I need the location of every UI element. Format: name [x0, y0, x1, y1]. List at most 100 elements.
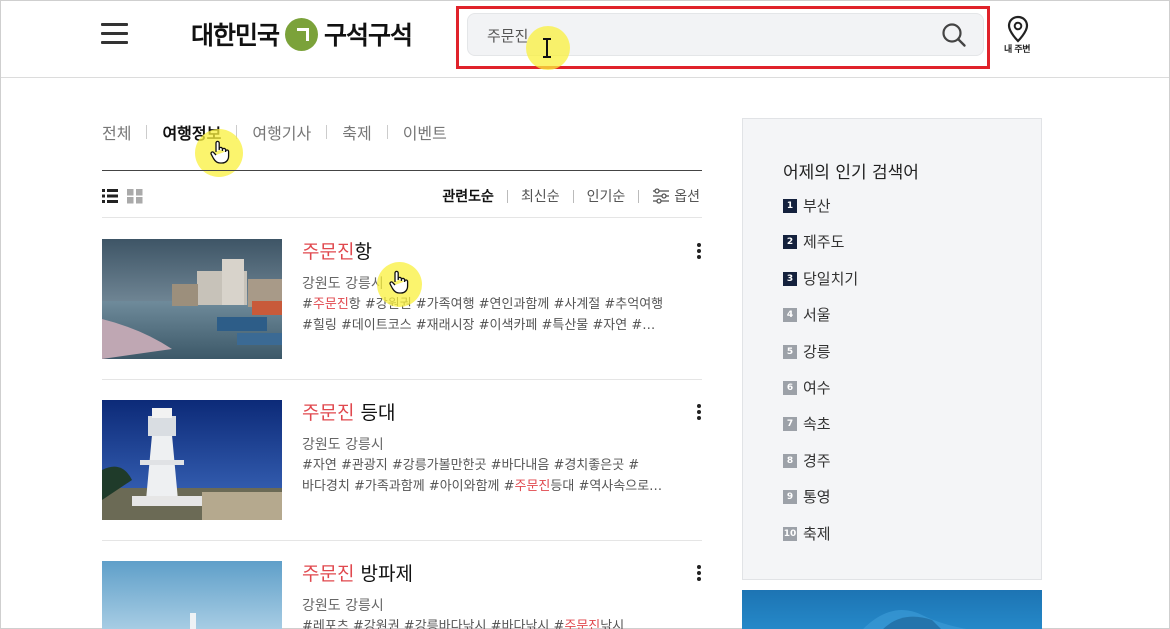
- popular-search-item[interactable]: 9 통영: [783, 486, 858, 522]
- tags-text: 등대 #역사속으로…: [550, 479, 663, 494]
- logo-text-left: 대한민국: [191, 21, 280, 50]
- hand-pointer-icon: [389, 270, 409, 294]
- rank-badge: 2: [783, 235, 797, 250]
- popular-search-label: 제주도: [803, 233, 845, 252]
- tags-text: 낚시: [600, 619, 625, 629]
- rank-badge: 3: [783, 271, 797, 286]
- popular-search-item[interactable]: 4 서울: [783, 304, 858, 340]
- popular-searches-title: 어제의 인기 검색어: [783, 163, 919, 183]
- filter-sliders-icon: [653, 188, 670, 204]
- popular-search-item[interactable]: 2 제주도: [783, 231, 858, 267]
- tags-highlight: 주문진: [312, 297, 349, 312]
- title-highlight: 주문진: [302, 241, 355, 263]
- logo-text-right: 구석구석: [324, 21, 413, 50]
- result-tags: #주문진항 #강원권 #가족여행 #연인과함께 #사계절 #추억여행 #힐링 #…: [302, 294, 702, 336]
- more-options-icon[interactable]: [696, 243, 702, 261]
- popular-search-item[interactable]: 3 당일치기: [783, 268, 858, 304]
- sort-divider: [572, 189, 574, 203]
- nearby-label[interactable]: 내 주변: [1004, 42, 1030, 55]
- tab-festival[interactable]: 축제: [342, 120, 371, 144]
- popular-search-item[interactable]: 10 축제: [783, 523, 858, 559]
- result-title[interactable]: 주문진 방파제: [302, 561, 413, 586]
- rank-badge: 5: [783, 344, 797, 359]
- popular-search-item[interactable]: 5 강릉: [783, 341, 858, 377]
- site-header: 대한민국 구석구석 주문진 내 주변: [1, 1, 1169, 78]
- result-tags: #레포츠 #강원권 #강릉바다낚시 #바다낚시 #주문진낚시: [302, 616, 702, 629]
- tags-text: #: [302, 297, 313, 312]
- popular-search-label: 축제: [803, 524, 831, 543]
- popular-search-label: 여수: [803, 378, 831, 397]
- sort-latest[interactable]: 최신순: [521, 186, 560, 206]
- tab-divider: [326, 125, 328, 139]
- rank-badge: 7: [783, 417, 797, 432]
- result-region: 강원도 강릉시: [302, 276, 384, 292]
- hand-pointer-icon: [210, 140, 230, 164]
- sort-divider-line: [102, 217, 702, 218]
- list-item: 주문진 등대 강원도 강릉시 #자연 #관광지 #강릉가볼만한곳 #바다내음 #…: [102, 400, 702, 541]
- menu-icon[interactable]: [101, 23, 128, 45]
- tab-divider: [386, 125, 388, 139]
- tags-line: #힐링 #데이트코스 #재래시장 #이색카페 #특산물 #자연 #…: [302, 318, 656, 333]
- tags-highlight: 주문진: [564, 619, 601, 629]
- site-logo[interactable]: 대한민국 구석구석: [191, 17, 413, 51]
- rank-badge: 9: [783, 490, 797, 505]
- logo-mark-icon: [285, 17, 319, 51]
- sort-relevance[interactable]: 관련도순: [442, 186, 494, 206]
- popular-search-label: 경주: [803, 451, 831, 470]
- tab-divider: [146, 125, 148, 139]
- tags-line: #주문진항 #강원권 #가족여행 #연인과함께 #사계절 #추억여행: [302, 294, 702, 315]
- tab-event[interactable]: 이벤트: [403, 120, 447, 144]
- popular-search-label: 당일치기: [803, 269, 859, 288]
- tags-line: 바다경치 #가족과함께 #아이와함께 #주문진등대 #역사속으로…: [302, 476, 702, 497]
- result-region: 강원도 강릉시: [302, 598, 384, 614]
- result-title[interactable]: 주문진 등대: [302, 398, 395, 425]
- category-tabs: 전체 여행정보 여행기사 축제 이벤트: [102, 121, 447, 143]
- popular-search-label: 부산: [803, 197, 831, 215]
- rank-badge: 4: [783, 308, 797, 323]
- popular-search-item[interactable]: 6 여수: [783, 377, 858, 413]
- result-tags: #자연 #관광지 #강릉가볼만한곳 #바다내음 #경치좋은곳 # 바다경치 #가…: [302, 455, 702, 497]
- ad-banner[interactable]: [742, 590, 1042, 629]
- more-options-icon[interactable]: [696, 404, 702, 422]
- more-options-icon[interactable]: [696, 565, 702, 583]
- popular-search-item[interactable]: 8 경주: [783, 450, 858, 486]
- list-view-icon[interactable]: [102, 188, 118, 204]
- tab-all[interactable]: 전체: [102, 120, 131, 144]
- grid-view-icon[interactable]: [127, 188, 143, 204]
- popular-search-label: 서울: [803, 306, 831, 325]
- options-button[interactable]: 옵션: [652, 186, 700, 206]
- tags-line: #자연 #관광지 #강릉가볼만한곳 #바다내음 #경치좋은곳 #: [302, 458, 640, 473]
- text-cursor-icon: [543, 38, 551, 58]
- popular-search-item[interactable]: 7 속초: [783, 413, 858, 449]
- rank-badge: 1: [783, 199, 797, 213]
- thumbnail-image[interactable]: [102, 239, 282, 359]
- rank-badge: 10: [783, 526, 797, 541]
- tabs-divider: [102, 170, 702, 171]
- sort-divider: [506, 189, 508, 203]
- tags-highlight: 주문진: [514, 479, 551, 494]
- popular-search-label: 통영: [803, 488, 831, 507]
- title-rest: 항: [354, 241, 372, 263]
- result-title[interactable]: 주문진항: [302, 237, 372, 264]
- tags-text: 바다경치 #가족과함께 #아이와함께 #: [302, 479, 515, 494]
- popular-search-item[interactable]: 1 부산: [783, 195, 858, 231]
- thumbnail-image[interactable]: [102, 561, 282, 629]
- popular-search-label: 강릉: [803, 342, 831, 361]
- tags-line: #레포츠 #강원권 #강릉바다낚시 #바다낚시 #주문진낚시: [302, 616, 702, 629]
- popular-search-label: 속초: [803, 415, 831, 434]
- rank-badge: 8: [783, 453, 797, 468]
- popular-searches-panel: 어제의 인기 검색어 1 부산 2 제주도 3 당일치기 4 서울 5 강릉 6 여수 7속…: [742, 118, 1042, 580]
- title-highlight: 주문진: [302, 402, 355, 424]
- thumbnail-image[interactable]: [102, 400, 282, 520]
- title-rest: 방파제: [354, 563, 413, 585]
- sort-popular[interactable]: 인기순: [587, 186, 626, 206]
- tab-travel-articles[interactable]: 여행기사: [252, 120, 311, 144]
- sort-options: 관련도순 최신순 인기순 옵션: [442, 186, 700, 206]
- title-rest: 등대: [354, 402, 396, 424]
- title-highlight: 주문진: [302, 563, 355, 585]
- popular-searches-list: 1 부산 2 제주도 3 당일치기 4 서울 5 강릉 6 여수 7 속초 8 경주 9 통영 1…: [783, 195, 858, 559]
- location-pin-icon[interactable]: [1005, 15, 1031, 43]
- result-region: 강원도 강릉시: [302, 437, 384, 453]
- list-item: 주문진 방파제 강원도 강릉시 #레포츠 #강원권 #강릉바다낚시 #바다낚시 …: [102, 561, 702, 629]
- options-label: 옵션: [674, 189, 700, 205]
